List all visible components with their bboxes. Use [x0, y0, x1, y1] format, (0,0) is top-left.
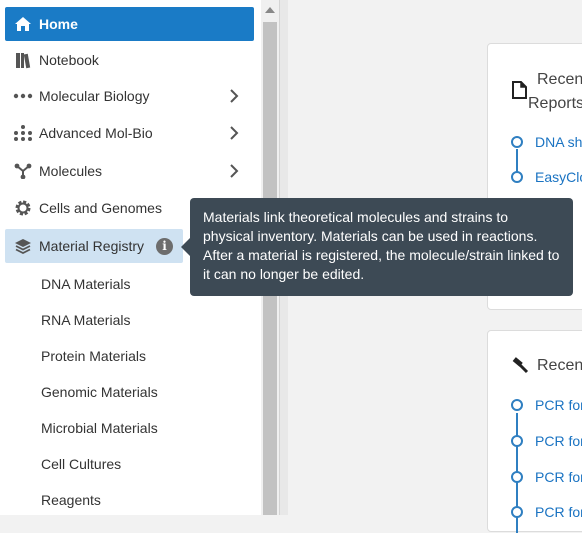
document-icon [512, 81, 527, 102]
recent-activity-panel: Recen PCR for PCR for PCR for PCR for [487, 330, 582, 533]
timeline-dot [511, 506, 523, 518]
info-icon[interactable]: i [156, 237, 174, 255]
sub-item-protein-materials[interactable]: Protein Materials [41, 348, 146, 364]
material-registry-tooltip: Materials link theoretical molecules and… [190, 198, 573, 296]
branch-icon [13, 161, 33, 181]
chevron-right-icon[interactable] [226, 163, 242, 179]
activity-link[interactable]: PCR for [535, 397, 582, 413]
nav-item-label: Advanced Mol-Bio [39, 125, 153, 141]
sub-item-cell-cultures[interactable]: Cell Cultures [41, 456, 121, 472]
nav-item-label: Home [39, 16, 78, 32]
activity-link[interactable]: PCR for [535, 433, 582, 449]
panel-title: Recen [537, 357, 582, 374]
dots-icon [13, 86, 33, 106]
timeline-dot [511, 435, 523, 447]
notebook-icon [13, 50, 33, 70]
panel-title: Recen [537, 71, 582, 88]
timeline-dot [511, 399, 523, 411]
layers-icon [13, 236, 33, 256]
nav-item-molecules[interactable]: Molecules [5, 154, 254, 188]
tooltip-arrow [181, 238, 190, 256]
nav-item-advanced-mol-bio[interactable]: Advanced Mol-Bio [5, 116, 254, 150]
sub-item-dna-materials[interactable]: DNA Materials [41, 276, 130, 292]
sub-item-reagents[interactable]: Reagents [41, 492, 101, 508]
nav-item-label: Molecules [39, 163, 103, 179]
report-link[interactable]: EasyClo [535, 169, 582, 185]
timeline-dot [511, 136, 523, 148]
panel-title-line2: Reports [528, 95, 582, 112]
activity-link[interactable]: PCR for [535, 469, 582, 485]
tooltip-text: Materials link theoretical molecules and… [203, 209, 560, 282]
home-icon [13, 14, 33, 34]
nav-item-molecular-biology[interactable]: Molecular Biology [5, 79, 254, 113]
gear-icon [13, 198, 33, 218]
scroll-up-arrow-icon[interactable] [261, 0, 279, 20]
sub-item-rna-materials[interactable]: RNA Materials [41, 312, 130, 328]
grid-dots-icon [13, 123, 33, 143]
nav-item-label: Molecular Biology [39, 88, 150, 104]
sub-item-microbial-materials[interactable]: Microbial Materials [41, 420, 158, 436]
hammer-icon [512, 357, 529, 377]
nav-item-label: Cells and Genomes [39, 200, 162, 216]
timeline-dot [511, 471, 523, 483]
sub-item-genomic-materials[interactable]: Genomic Materials [41, 384, 158, 400]
timeline-dot [511, 171, 523, 183]
chevron-right-icon[interactable] [226, 125, 242, 141]
nav-item-notebook[interactable]: Notebook [5, 43, 254, 77]
chevron-right-icon[interactable] [226, 88, 242, 104]
nav-item-home[interactable]: Home [5, 7, 254, 41]
nav-item-material-registry[interactable]: Material Registry i [5, 229, 183, 263]
activity-link[interactable]: PCR for [535, 504, 582, 520]
report-link[interactable]: DNA sh [535, 134, 582, 150]
nav-item-label: Material Registry [39, 238, 145, 254]
nav-item-label: Notebook [39, 52, 99, 68]
